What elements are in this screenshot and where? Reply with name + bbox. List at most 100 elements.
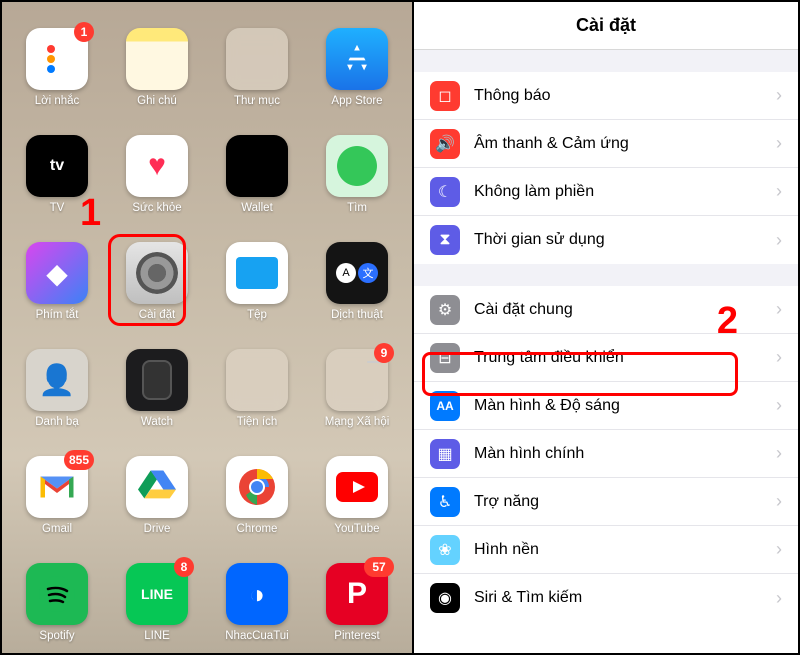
- app-label: Ghi chú: [137, 95, 177, 107]
- sound-icon: 🔊: [430, 129, 460, 159]
- app-pinterest[interactable]: P 57 Pinterest: [316, 563, 398, 642]
- folder-icon: 9: [326, 349, 388, 411]
- annotation-number-2: 2: [717, 300, 738, 343]
- chevron-right-icon: ›: [776, 85, 782, 106]
- nct-icon: ◑: [226, 563, 288, 625]
- row-sounds[interactable]: 🔊 Âm thanh & Cảm ứng ›: [414, 120, 798, 168]
- general-icon: ⚙: [430, 295, 460, 325]
- chevron-right-icon: ›: [776, 395, 782, 416]
- row-siri[interactable]: ◉ Siri & Tìm kiếm ›: [414, 574, 798, 622]
- app-reminders[interactable]: 1 Lời nhắc: [16, 28, 98, 107]
- pinterest-icon: P 57: [326, 563, 388, 625]
- row-display[interactable]: AA Màn hình & Độ sáng ›: [414, 382, 798, 430]
- settings-group-2: ⚙ Cài đặt chung › ⊟ Trung tâm điều khiển…: [414, 286, 798, 622]
- row-accessibility[interactable]: ♿︎ Trợ năng ›: [414, 478, 798, 526]
- chevron-right-icon: ›: [776, 347, 782, 368]
- row-general[interactable]: ⚙ Cài đặt chung ›: [414, 286, 798, 334]
- shortcuts-icon: ◆: [26, 242, 88, 304]
- app-label: Tìm: [347, 202, 367, 214]
- row-label: Âm thanh & Cảm ứng: [474, 135, 776, 153]
- app-settings[interactable]: Cài đặt: [116, 242, 198, 321]
- app-files[interactable]: Tệp: [216, 242, 298, 321]
- home-screen: 1 Lời nhắc Ghi chú Thư mục App Store tv …: [2, 2, 412, 653]
- settings-screen: Cài đặt ◻ Thông báo › 🔊 Âm thanh & Cảm ứ…: [412, 2, 798, 653]
- row-label: Thời gian sử dụng: [474, 231, 776, 249]
- row-control-center[interactable]: ⊟ Trung tâm điều khiển ›: [414, 334, 798, 382]
- badge: 1: [74, 22, 94, 42]
- app-shortcuts[interactable]: ◆ Phím tắt: [16, 242, 98, 321]
- app-nhaccuatui[interactable]: ◑ NhacCuaTui: [216, 563, 298, 642]
- row-homescreen[interactable]: ▦ Màn hình chính ›: [414, 430, 798, 478]
- display-icon: AA: [430, 391, 460, 421]
- app-label: Thư mục: [234, 95, 280, 107]
- app-label: Spotify: [39, 630, 74, 642]
- youtube-icon: [326, 456, 388, 518]
- chevron-right-icon: ›: [776, 230, 782, 251]
- app-label: TV: [50, 202, 65, 214]
- app-translate[interactable]: A文 Dịch thuật: [316, 242, 398, 321]
- badge: 8: [174, 557, 194, 577]
- app-line[interactable]: LINE 8 LINE: [116, 563, 198, 642]
- app-watch[interactable]: Watch: [116, 349, 198, 428]
- app-label: Tệp: [247, 309, 267, 321]
- app-gmail[interactable]: 855 Gmail: [16, 456, 98, 535]
- row-label: Siri & Tìm kiếm: [474, 589, 776, 607]
- badge: 855: [64, 450, 94, 470]
- app-label: App Store: [331, 95, 382, 107]
- app-label: YouTube: [334, 523, 379, 535]
- app-label: Pinterest: [334, 630, 379, 642]
- app-label: Cài đặt: [139, 309, 175, 321]
- app-contacts[interactable]: 👤 Danh bạ: [16, 349, 98, 428]
- chevron-right-icon: ›: [776, 588, 782, 609]
- homescreen-icon: ▦: [430, 439, 460, 469]
- row-label: Không làm phiền: [474, 183, 776, 201]
- row-label: Màn hình & Độ sáng: [474, 397, 776, 415]
- app-notes[interactable]: Ghi chú: [116, 28, 198, 107]
- row-screentime[interactable]: ⧗ Thời gian sử dụng ›: [414, 216, 798, 264]
- annotation-number-1: 1: [80, 192, 101, 235]
- app-wallet[interactable]: Wallet: [216, 135, 298, 214]
- reminders-icon: 1: [26, 28, 88, 90]
- watch-icon: [126, 349, 188, 411]
- row-label: Thông báo: [474, 87, 776, 105]
- wallpaper-icon: ❀: [430, 535, 460, 565]
- row-label: Hình nền: [474, 541, 776, 559]
- app-label: Drive: [144, 523, 171, 535]
- app-findmy[interactable]: Tìm: [316, 135, 398, 214]
- folder-icon: [226, 28, 288, 90]
- chevron-right-icon: ›: [776, 181, 782, 202]
- control-center-icon: ⊟: [430, 343, 460, 373]
- app-label: Phím tắt: [36, 309, 79, 321]
- row-wallpaper[interactable]: ❀ Hình nền ›: [414, 526, 798, 574]
- app-folder-social[interactable]: 9 Mạng Xã hội: [316, 349, 398, 428]
- chevron-right-icon: ›: [776, 539, 782, 560]
- contacts-icon: 👤: [26, 349, 88, 411]
- app-label: Sức khỏe: [132, 202, 181, 214]
- row-notifications[interactable]: ◻ Thông báo ›: [414, 72, 798, 120]
- app-label: Tiện ích: [237, 416, 277, 428]
- app-spotify[interactable]: Spotify: [16, 563, 98, 642]
- app-grid: 1 Lời nhắc Ghi chú Thư mục App Store tv …: [2, 2, 412, 642]
- folder-icon: [226, 349, 288, 411]
- siri-icon: ◉: [430, 583, 460, 613]
- app-drive[interactable]: Drive: [116, 456, 198, 535]
- app-youtube[interactable]: YouTube: [316, 456, 398, 535]
- badge: 57: [364, 557, 394, 577]
- notification-icon: ◻: [430, 81, 460, 111]
- app-label: NhacCuaTui: [225, 630, 289, 642]
- app-chrome[interactable]: Chrome: [216, 456, 298, 535]
- row-label: Trợ năng: [474, 493, 776, 511]
- app-health[interactable]: ♥ Sức khỏe: [116, 135, 198, 214]
- settings-title: Cài đặt: [414, 2, 798, 50]
- app-appstore[interactable]: App Store: [316, 28, 398, 107]
- app-folder-utilities[interactable]: Tiện ích: [216, 349, 298, 428]
- settings-group-1: ◻ Thông báo › 🔊 Âm thanh & Cảm ứng › ☾ K…: [414, 72, 798, 264]
- row-dnd[interactable]: ☾ Không làm phiền ›: [414, 168, 798, 216]
- dnd-icon: ☾: [430, 177, 460, 207]
- app-folder-thumuc[interactable]: Thư mục: [216, 28, 298, 107]
- accessibility-icon: ♿︎: [430, 487, 460, 517]
- files-icon: [226, 242, 288, 304]
- chevron-right-icon: ›: [776, 491, 782, 512]
- section-gap: [414, 50, 798, 72]
- chrome-icon: [226, 456, 288, 518]
